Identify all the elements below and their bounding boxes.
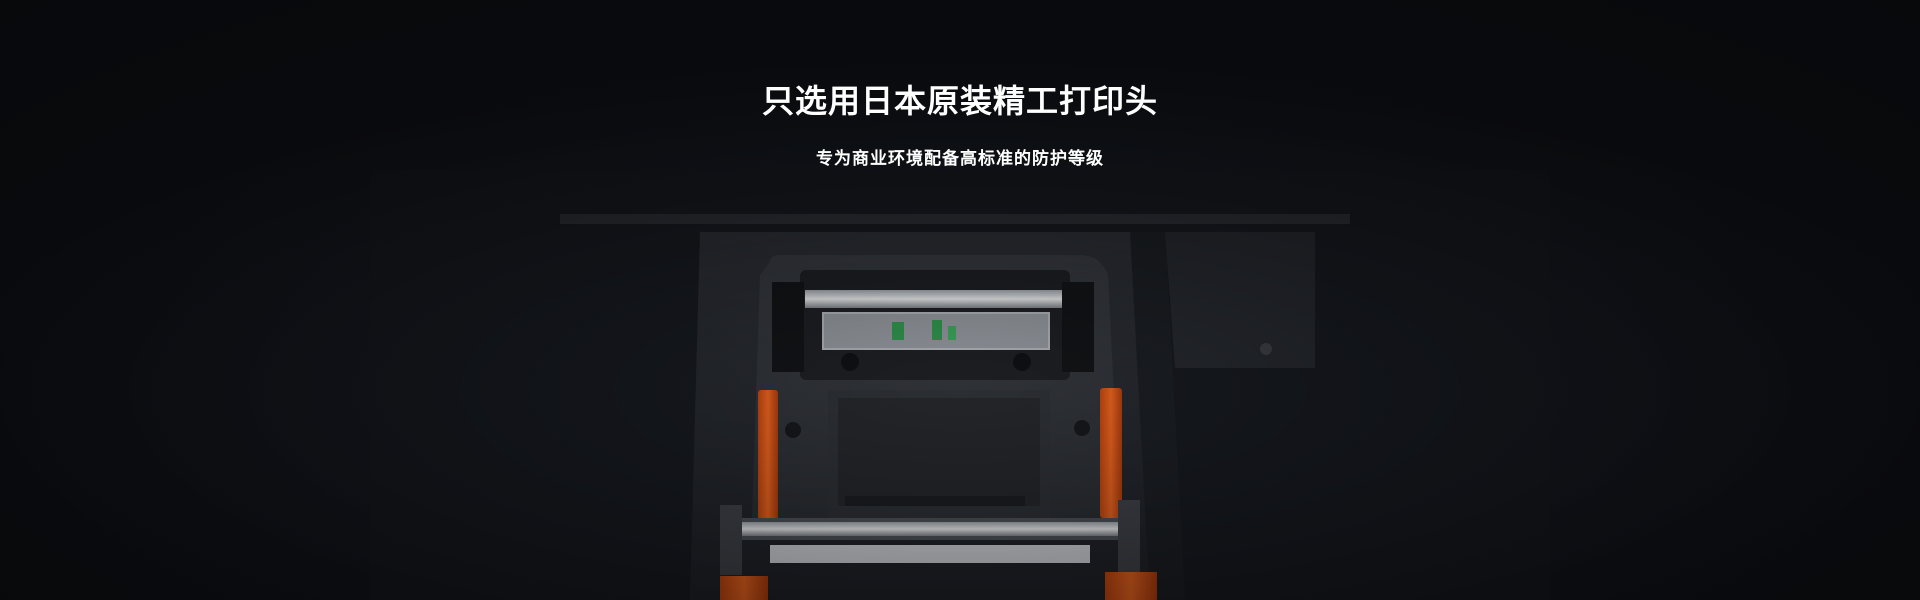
banner-headline: 只选用日本原装精工打印头	[761, 82, 1158, 120]
product-banner: 只选用日本原装精工打印头 专为商业环境配备高标准的防护等级	[0, 0, 1920, 600]
banner-subline: 专为商业环境配备高标准的防护等级	[816, 149, 1104, 169]
